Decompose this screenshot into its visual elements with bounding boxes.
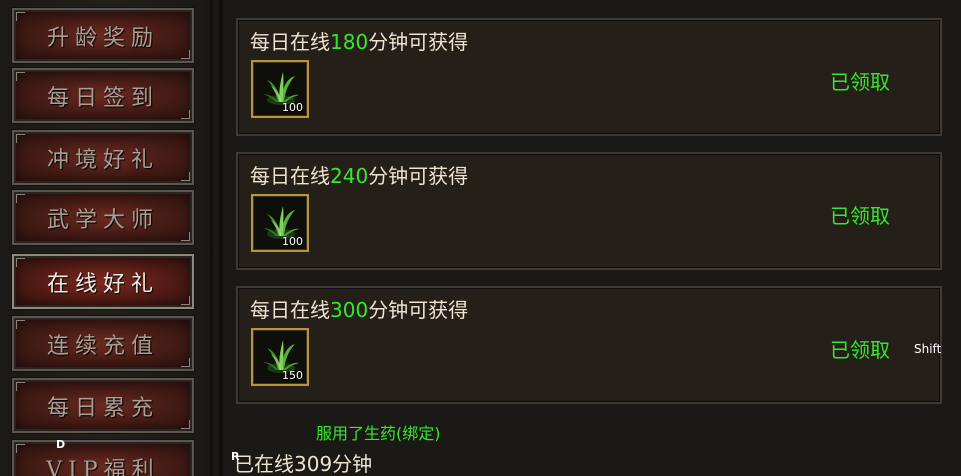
- item-count: 150: [282, 369, 303, 382]
- tab-label: 升龄奖励: [46, 25, 159, 51]
- claimed-status: 已领取: [830, 70, 890, 94]
- panel-divider: [210, 0, 222, 476]
- tab-daily-signin[interactable]: 每日签到: [11, 67, 195, 124]
- tab-martial-master[interactable]: 武学大师: [11, 189, 195, 246]
- tab-label: 每日累充: [46, 395, 159, 421]
- reward-title: 每日在线300分钟可获得: [250, 298, 469, 322]
- item-slot[interactable]: 100: [251, 60, 309, 118]
- reward-title: 每日在线240分钟可获得: [250, 164, 469, 188]
- reward-card: 每日在线240分钟可获得 100 已领取: [236, 152, 942, 270]
- tab-label: 在线好礼: [46, 271, 159, 297]
- reward-minutes: 180: [330, 30, 369, 54]
- tab-daily-cumulative-recharge[interactable]: 每日累充: [11, 377, 195, 434]
- tab-vip-benefits[interactable]: VIP福利: [11, 439, 195, 476]
- d-hotkey-hint: D: [56, 438, 66, 451]
- activity-sidebar: 升龄奖励 每日签到 冲境好礼 武学大师 在线好礼 连续充值 每日累充 VIP福利: [0, 0, 212, 476]
- tab-online-gift[interactable]: 在线好礼: [11, 253, 195, 310]
- item-count: 100: [282, 101, 303, 114]
- item-slot[interactable]: 100: [251, 194, 309, 252]
- r-hotkey-hint: R: [231, 450, 240, 463]
- tab-realm-gift[interactable]: 冲境好礼: [11, 129, 195, 186]
- tab-label: 连续充值: [46, 333, 159, 359]
- reward-list: 每日在线180分钟可获得 100 已领取 每日在线240分钟可获得 100 已领…: [224, 0, 961, 476]
- tab-consecutive-recharge[interactable]: 连续充值: [11, 315, 195, 372]
- item-count: 100: [282, 235, 303, 248]
- system-message: 服用了生药(绑定): [316, 424, 441, 443]
- item-slot[interactable]: 150: [251, 328, 309, 386]
- online-gift-panel: 升龄奖励 每日签到 冲境好礼 武学大师 在线好礼 连续充值 每日累充 VIP福利…: [0, 0, 961, 476]
- claimed-status: 已领取: [830, 204, 890, 228]
- reward-title: 每日在线180分钟可获得: [250, 30, 469, 54]
- tab-label: 每日签到: [46, 85, 159, 111]
- reward-card: 每日在线180分钟可获得 100 已领取: [236, 18, 942, 136]
- shift-hotkey-hint: Shift: [914, 342, 942, 356]
- tab-level-reward[interactable]: 升龄奖励: [11, 7, 195, 64]
- tab-label: VIP福利: [46, 457, 160, 476]
- tab-label: 武学大师: [46, 207, 159, 233]
- claimed-status: 已领取: [830, 338, 890, 362]
- reward-card: 每日在线300分钟可获得 150 已领取: [236, 286, 942, 404]
- reward-minutes: 300: [330, 298, 369, 322]
- reward-minutes: 240: [330, 164, 369, 188]
- tab-label: 冲境好礼: [46, 147, 159, 173]
- online-time-label: 已在线309分钟: [234, 452, 373, 476]
